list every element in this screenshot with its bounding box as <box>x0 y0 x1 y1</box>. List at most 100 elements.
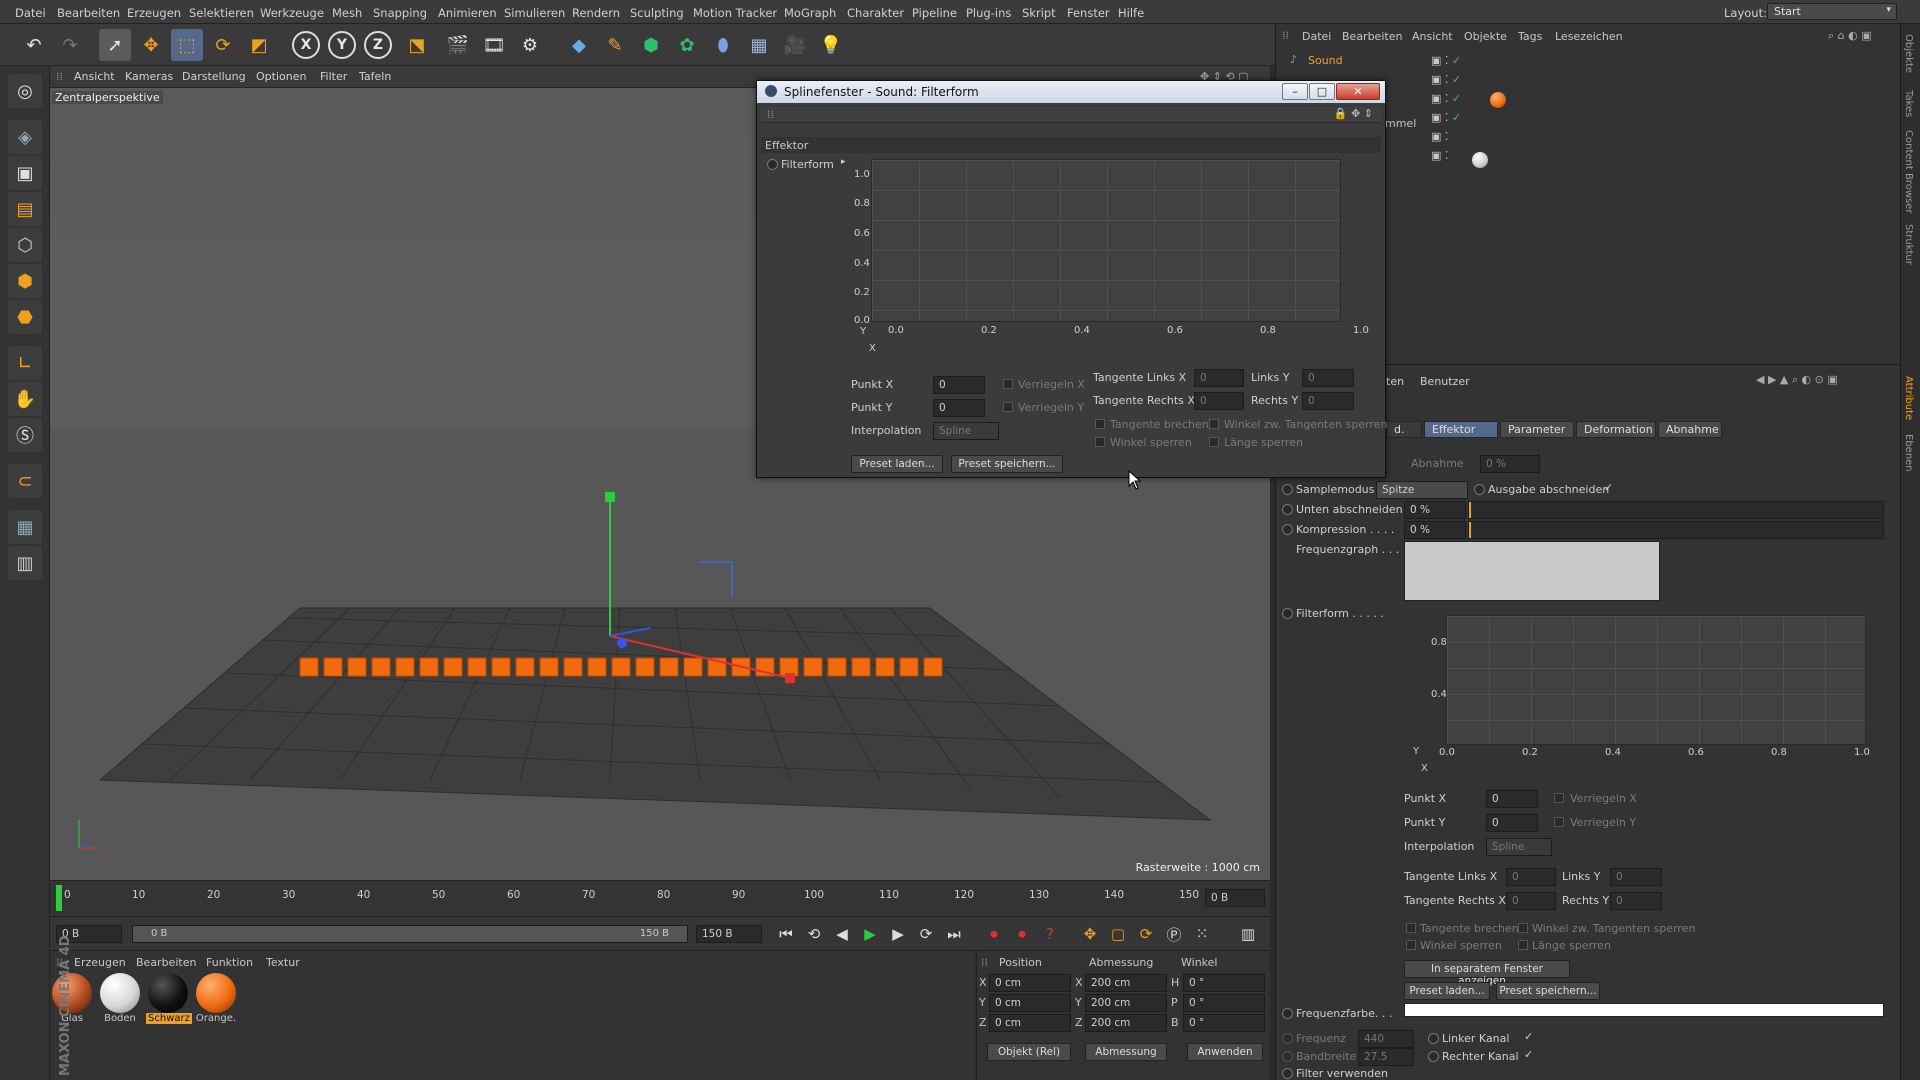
size-x-field[interactable]: 200 cm <box>1085 974 1167 992</box>
menu-mesh[interactable]: Mesh <box>332 6 362 20</box>
end-frame-field[interactable]: 0 B <box>1205 889 1265 907</box>
x-axis-icon[interactable]: X <box>292 31 320 59</box>
pen-spline-icon[interactable]: ✎ <box>599 29 631 61</box>
keyframe-radio[interactable] <box>1282 1008 1293 1019</box>
position-x-field[interactable]: 0 cm <box>989 974 1071 992</box>
dialog-punkt-y-field[interactable]: 0 <box>933 399 985 417</box>
abnahme-field[interactable]: 0 % <box>1480 455 1540 473</box>
autokey-icon[interactable]: ⏺ <box>1010 922 1034 946</box>
dialog-tangente-rechts-x-field[interactable]: 0 <box>1194 392 1244 410</box>
tab-parameter[interactable]: Parameter <box>1500 421 1574 438</box>
dialog-links-y-field[interactable]: 0 <box>1302 369 1354 387</box>
menu-sculpting[interactable]: Sculpting <box>630 6 684 20</box>
obj-menu-ansicht[interactable]: Ansicht <box>1412 30 1453 43</box>
tangente-links-x-field[interactable]: 0 <box>1506 868 1556 886</box>
keyframe-radio[interactable] <box>1282 504 1293 515</box>
next-frame-icon[interactable]: ▶ <box>886 922 910 946</box>
minimize-icon[interactable]: – <box>1282 83 1308 100</box>
viewport-menu-darstellung[interactable]: Darstellung <box>182 70 246 83</box>
dialog-verriegeln-y-checkbox[interactable] <box>1003 402 1013 412</box>
timeline-playhead[interactable] <box>56 885 62 911</box>
position-z-field[interactable]: 0 cm <box>989 1014 1071 1032</box>
sidetab-attribute[interactable]: Attribute <box>1903 376 1914 420</box>
render-settings-icon[interactable]: ⚙ <box>514 29 546 61</box>
scale-tool-icon[interactable]: ⬚ <box>171 29 203 61</box>
subdivision-icon[interactable]: ⬢ <box>635 29 667 61</box>
menu-hilfe[interactable]: Hilfe <box>1118 6 1144 20</box>
frequenzfarbe-gradient[interactable] <box>1404 1003 1884 1017</box>
cube-object-icon[interactable]: ◆ <box>563 29 595 61</box>
next-key-icon[interactable]: ⟳ <box>914 922 938 946</box>
unten-field[interactable]: 0 % <box>1404 501 1466 519</box>
polygons-mode-icon[interactable]: ⬣ <box>8 300 42 334</box>
dialog-preset-speichern-button[interactable]: Preset speichern... <box>951 455 1063 473</box>
key-rotation-icon[interactable]: ⟳ <box>1134 922 1158 946</box>
dialog-rechts-y-field[interactable]: 0 <box>1302 392 1354 410</box>
render-picture-viewer-icon[interactable]: 🎞 <box>478 29 510 61</box>
size-z-field[interactable]: 200 cm <box>1085 1014 1167 1032</box>
light-icon[interactable]: 💡 <box>815 29 847 61</box>
winkel-zw-checkbox[interactable] <box>1518 923 1528 933</box>
magnet-icon[interactable]: ⊂ <box>8 464 42 498</box>
planar-workplane-icon[interactable]: ▥ <box>8 546 42 580</box>
object-row-sound[interactable]: ♪ Sound <box>1284 52 1884 70</box>
z-axis-icon[interactable]: Z <box>364 31 392 59</box>
keyframe-radio[interactable] <box>1282 1033 1293 1044</box>
menu-pipeline[interactable]: Pipeline <box>912 6 957 20</box>
dialog-preset-laden-button[interactable]: Preset laden... <box>851 455 943 473</box>
rotation-h-field[interactable]: 0 ° <box>1183 974 1265 992</box>
unten-slider[interactable] <box>1468 501 1884 519</box>
kompression-field[interactable]: 0 % <box>1404 521 1466 539</box>
material-menu-funktion[interactable]: Funktion <box>206 956 253 969</box>
play-icon[interactable]: ▶ <box>858 922 882 946</box>
visibility-dots-icon[interactable]: ▣ ⁚ <box>1431 149 1448 162</box>
obj-menu-objekte[interactable]: Objekte <box>1464 30 1507 43</box>
move-tool-icon[interactable]: ✥ <box>135 29 167 61</box>
key-position-icon[interactable]: ✥ <box>1078 922 1102 946</box>
coord-mode-select[interactable]: Objekt (Rel) <box>987 1043 1071 1061</box>
visibility-dots-icon[interactable]: ▣ ⁚ ✓ <box>1431 73 1461 86</box>
sidetab-takes[interactable]: Takes <box>1903 90 1914 117</box>
tab-basis[interactable]: d. <box>1386 421 1422 438</box>
menu-simulieren[interactable]: Simulieren <box>504 6 565 20</box>
deformer-icon[interactable]: ⬮ <box>707 29 739 61</box>
size-y-field[interactable]: 200 cm <box>1085 994 1167 1012</box>
visibility-dots-icon[interactable]: ▣ ⁚ <box>1431 130 1448 143</box>
preset-laden-button[interactable]: Preset laden... <box>1404 982 1490 1000</box>
nav-arrows-icon[interactable]: ◀ ▶ ▲ ⌕ ◐ ⊙ ▣ <box>1756 373 1838 387</box>
sidetab-content-browser[interactable]: Content Browser <box>1903 130 1914 213</box>
filterform-graph[interactable] <box>1446 615 1866 745</box>
keyframe-radio[interactable] <box>1282 484 1293 495</box>
attr-menu-partial[interactable]: ten <box>1386 375 1404 388</box>
sidetab-struktur[interactable]: Struktur <box>1903 224 1914 265</box>
punkt-y-field[interactable]: 0 <box>1486 814 1538 832</box>
dialog-laenge-sperren-checkbox[interactable] <box>1209 437 1219 447</box>
key-parameter-icon[interactable]: Ⓟ <box>1162 922 1186 946</box>
points-mode-icon[interactable]: ⬡ <box>8 228 42 262</box>
menu-animieren[interactable]: Animieren <box>438 6 497 20</box>
linker-kanal-checkbox[interactable]: ✓ <box>1524 1030 1533 1043</box>
tab-effektor[interactable]: Effektor <box>1424 421 1498 438</box>
links-y-field[interactable]: 0 <box>1610 868 1662 886</box>
keyframe-radio[interactable] <box>1428 1033 1439 1044</box>
dialog-verriegeln-x-checkbox[interactable] <box>1003 379 1013 389</box>
laenge-sperren-checkbox[interactable] <box>1518 940 1528 950</box>
tab-deformation[interactable]: Deformation <box>1576 421 1656 438</box>
viewport-menu-optionen[interactable]: Optionen <box>256 70 306 83</box>
dialog-interpolation-select[interactable]: Spline <box>933 422 999 440</box>
close-icon[interactable]: ✕ <box>1336 83 1380 100</box>
keyframe-radio[interactable] <box>767 159 778 170</box>
select-tool-icon[interactable]: ➚ <box>99 29 131 61</box>
y-axis-icon[interactable]: Y <box>328 31 356 59</box>
lock-icon[interactable]: 🔒 ✥ ⇕ <box>1334 107 1373 120</box>
previous-key-icon[interactable]: ⟲ <box>802 922 826 946</box>
previous-frame-icon[interactable]: ◀ <box>830 922 854 946</box>
dialog-tangente-links-x-field[interactable]: 0 <box>1194 369 1244 387</box>
sidetab-objekte[interactable]: Objekte <box>1903 34 1914 73</box>
rotate-tool-icon[interactable]: ⟳ <box>207 29 239 61</box>
visibility-dots-icon[interactable]: ▣ ⁚ ✓ <box>1431 92 1461 105</box>
frequenz-field[interactable]: 440 <box>1358 1030 1414 1048</box>
menu-charakter[interactable]: Charakter <box>847 6 904 20</box>
make-editable-icon[interactable]: ◎ <box>8 74 42 108</box>
menu-motion-tracker[interactable]: Motion Tracker <box>693 6 777 20</box>
